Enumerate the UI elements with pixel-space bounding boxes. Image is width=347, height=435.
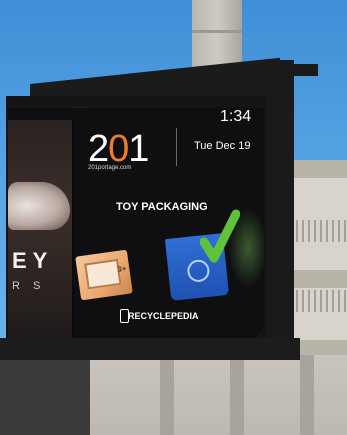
logo-digit-0: 0 [108, 128, 129, 170]
logo-url: 201portage.com [88, 165, 132, 171]
hand-image [8, 182, 70, 230]
brand-recyclepedia: RECYCLEPEDIA [128, 311, 199, 321]
left-ad-small-text: R S [12, 280, 46, 292]
billboard-crossbar [258, 64, 318, 76]
toy-box-label: 3+ [116, 263, 128, 275]
lower-building [90, 355, 347, 435]
billboard-screen: EY R S 201 201portage.com 1:34 Tue Dec 1… [8, 108, 264, 344]
clock-time: 1:34 [220, 108, 252, 125]
toy-box-image: 3+ [75, 249, 133, 301]
check-mark-icon [200, 209, 240, 263]
screen-divider [72, 120, 74, 344]
toy-box-window [84, 258, 122, 290]
left-advertisement: EY R S [8, 120, 72, 344]
billboard-base [0, 338, 300, 360]
left-ad-big-text: EY [12, 248, 54, 273]
billboard-bracket [176, 86, 198, 96]
logo-digit-1: 1 [128, 128, 149, 170]
clock-date: Tue Dec 19 [194, 140, 251, 152]
billboard-pole [266, 60, 294, 360]
logo-separator [176, 128, 177, 166]
logo-digit-2: 2 [88, 128, 109, 170]
headline: TOY PACKAGING [116, 201, 208, 213]
